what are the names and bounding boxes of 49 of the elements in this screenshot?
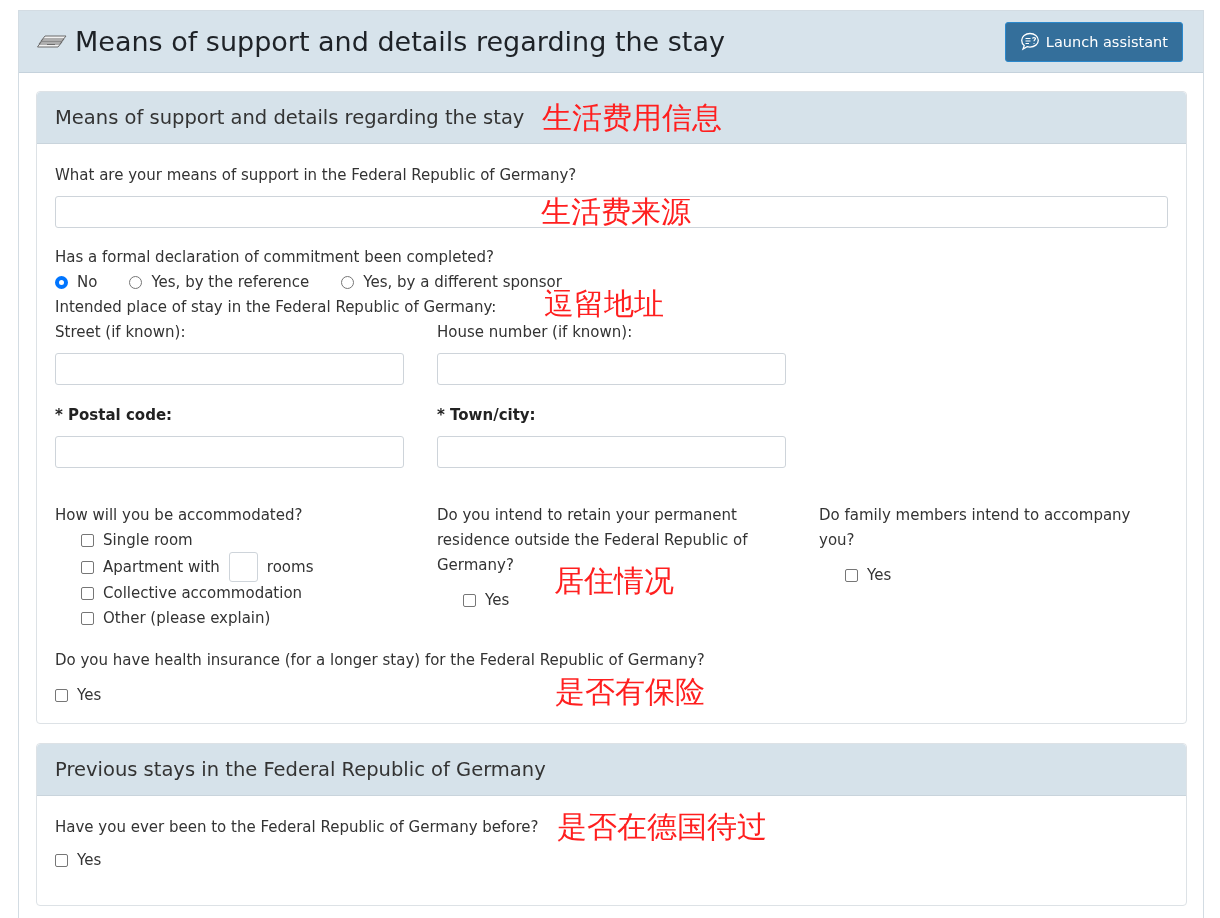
- radio-button[interactable]: [55, 276, 68, 289]
- room-count-field[interactable]: [228, 552, 258, 582]
- annotation-text: 是否有保险: [555, 674, 705, 710]
- annotation-text: 生活费来源: [541, 194, 691, 230]
- section-title: Means of support and details regarding the stay: [55, 106, 525, 129]
- checkbox-label: Yes: [867, 565, 892, 586]
- launch-assistant-button[interactable]: Launch assistant: [1004, 21, 1183, 62]
- field-label: Street (if known):: [55, 322, 186, 343]
- page-title: Means of support and details regarding the stay: [75, 26, 725, 57]
- checkbox-label: Apartment with: [103, 556, 220, 578]
- field-label: House number (if known):: [437, 322, 633, 343]
- radio-label: Yes, by the reference: [151, 272, 310, 293]
- radio-label: No: [77, 272, 98, 293]
- checkbox[interactable]: [845, 569, 858, 582]
- field-label: * Postal code:: [55, 405, 173, 426]
- checkbox-label: Collective accommodation: [103, 583, 303, 604]
- text-input-field[interactable]: [55, 353, 404, 385]
- checkbox-label: Other (please explain): [103, 608, 271, 629]
- checkbox[interactable]: [55, 689, 68, 702]
- checkbox-label: Single room: [103, 530, 193, 551]
- text-input-field[interactable]: [55, 196, 1168, 228]
- question-label: Has a formal declaration of commitment been completed?: [55, 247, 495, 268]
- annotation-text: 生活费用信息: [542, 99, 723, 136]
- checkbox-label: Yes: [77, 850, 102, 871]
- checkbox-label: rooms: [266, 556, 314, 578]
- checkbox[interactable]: [81, 534, 94, 547]
- radio-button[interactable]: [129, 276, 143, 289]
- question-label: Intended place of stay in the Federal Republic of Germany:: [55, 297, 497, 318]
- checkbox[interactable]: [463, 594, 476, 607]
- question-label: What are your means of support in the Federal Republic of Germany?: [55, 165, 577, 186]
- question-label: Do family members intend to accompany you?: [819, 505, 1132, 551]
- field-label: * Town/city:: [437, 405, 536, 426]
- section-title: Previous stays in the Federal Republic of Germany: [55, 758, 546, 781]
- checkbox-label: Yes: [485, 590, 510, 611]
- annotation-text: 是否在德国待过: [557, 809, 767, 845]
- checkbox-label: Yes: [77, 685, 102, 706]
- speech-bubble-icon: [1019, 32, 1040, 51]
- checkbox[interactable]: [81, 587, 94, 600]
- question-label: Have you ever been to the Federal Republic of Germany before?: [55, 817, 539, 838]
- question-label: How will you be accommodated?: [55, 505, 303, 526]
- text-input-field[interactable]: [437, 353, 786, 385]
- text-input-field[interactable]: [437, 436, 786, 468]
- checkbox[interactable]: [81, 560, 94, 574]
- radio-button[interactable]: [341, 276, 355, 289]
- checkbox[interactable]: [81, 612, 94, 625]
- banknotes-icon: [37, 34, 67, 49]
- checkbox[interactable]: [55, 854, 68, 867]
- text-input-field[interactable]: [55, 436, 404, 468]
- question-label: Do you have health insurance (for a longer stay) for the Federal Republic of Germany?: [55, 650, 705, 671]
